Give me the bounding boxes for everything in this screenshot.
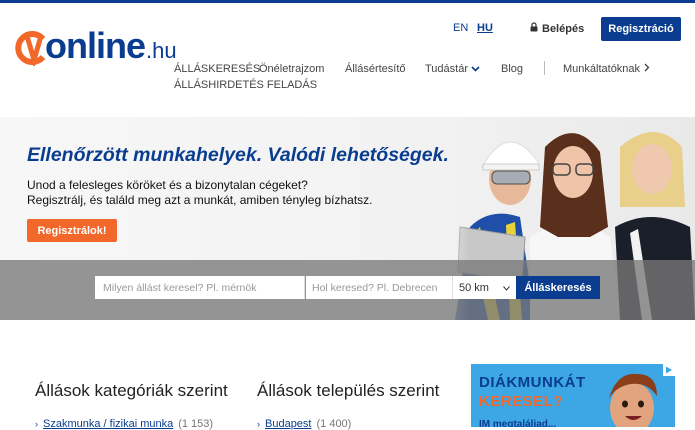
ad-person-image: [609, 373, 657, 427]
ad-headline-1: DIÁKMUNKÁT: [479, 374, 586, 391]
location-input[interactable]: Hol keresed? Pl. Debrecen: [306, 276, 452, 299]
nav-knowledge-base[interactable]: Tudástár: [425, 63, 480, 75]
location-label: Budapest: [265, 418, 312, 430]
nav-post-job-ad[interactable]: ÁLLÁSHIRDETÉS FELADÁS: [174, 79, 317, 91]
chevron-right-icon: [644, 63, 650, 75]
chevron-down-icon: [503, 282, 510, 294]
cvonline-logo[interactable]: online .hu: [13, 24, 177, 66]
location-count: (1 400): [316, 418, 352, 430]
lock-icon: [530, 22, 538, 35]
locations-heading: Állások település szerint: [257, 381, 440, 400]
hero-register-button[interactable]: Regisztrálok!: [27, 219, 117, 242]
lang-en-link[interactable]: EN: [453, 22, 468, 34]
category-list-item[interactable]: › Szakmunka / fizikai munka (1 153): [35, 418, 213, 430]
location-list-item[interactable]: › Budapest (1 400): [257, 418, 351, 430]
nav-job-alerts[interactable]: Állásértesítő: [345, 63, 406, 75]
ad-subline: IM megtaláljad...: [479, 419, 557, 427]
nav-blog[interactable]: Blog: [501, 63, 523, 75]
hero-banner: Ellenőrzött munkahelyek. Valódi lehetősé…: [0, 117, 695, 320]
chevron-right-icon: ›: [35, 419, 38, 429]
radius-value: 50 km: [459, 281, 489, 294]
nav-job-search[interactable]: ÁLLÁSKERESÉS: [174, 63, 260, 75]
job-keyword-input[interactable]: Milyen állást keresel? Pl. mérnök: [95, 276, 305, 299]
hero-text-line-1: Unod a felesleges köröket és a bizonytal…: [27, 178, 308, 192]
ad-headline-2: KERESEL?: [479, 393, 564, 410]
category-count: (1 153): [178, 418, 214, 430]
job-search-button[interactable]: Álláskeresés: [516, 276, 600, 299]
nav-employers[interactable]: Munkáltatóknak: [563, 63, 650, 75]
logo-mark: [13, 30, 47, 66]
top-accent-bar: [0, 0, 695, 3]
lang-hu-link[interactable]: HU: [477, 22, 493, 34]
nav-my-cv[interactable]: Önéletrajzom: [259, 63, 324, 75]
chevron-down-icon: [471, 63, 480, 75]
logo-wordmark: online: [45, 25, 146, 66]
category-label: Szakmunka / fizikai munka: [43, 418, 174, 430]
radius-select[interactable]: 50 km: [452, 276, 516, 299]
nav-employers-label: Munkáltatóknak: [563, 63, 641, 75]
register-button[interactable]: Regisztráció: [601, 17, 681, 41]
categories-heading: Állások kategóriák szerint: [35, 381, 228, 400]
chevron-right-icon: ›: [257, 419, 260, 429]
ad-choices-icon[interactable]: [663, 364, 675, 376]
login-label: Belépés: [542, 22, 585, 35]
nav-divider: [544, 61, 545, 75]
search-band: Milyen állást keresel? Pl. mérnök Hol ke…: [0, 260, 695, 320]
login-link[interactable]: Belépés: [530, 22, 584, 35]
hero-text-line-2: Regisztrálj, és találd meg azt a munkát,…: [27, 193, 373, 207]
logo-tld: .hu: [146, 38, 177, 63]
hero-title: Ellenőrzött munkahelyek. Valódi lehetősé…: [27, 144, 449, 166]
student-job-ad[interactable]: DIÁKMUNKÁT KERESEL? IM megtaláljad...: [471, 364, 675, 427]
nav-knowledge-label: Tudástár: [425, 63, 469, 75]
